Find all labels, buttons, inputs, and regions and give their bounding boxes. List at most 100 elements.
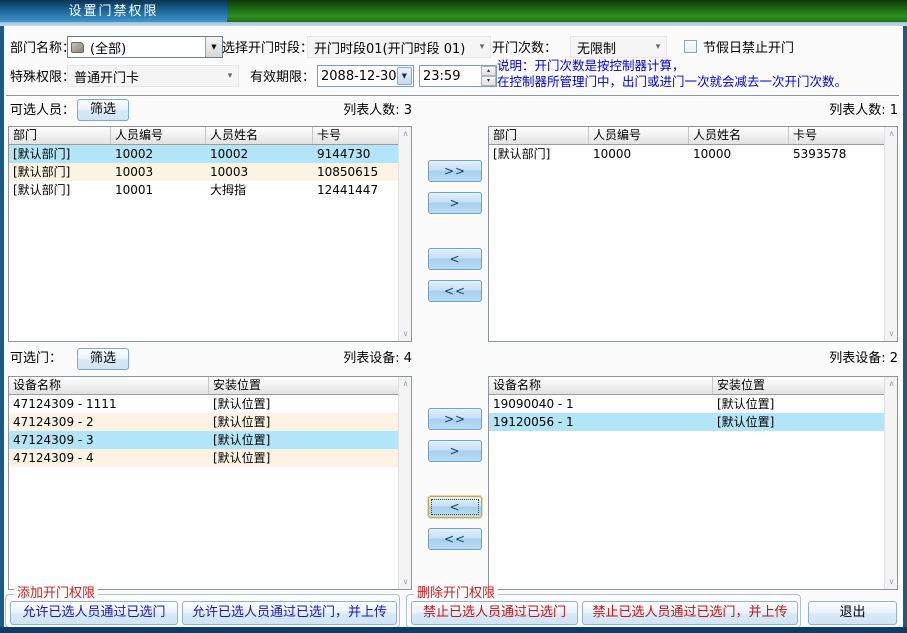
column-header-dept[interactable]: 部门 [489, 127, 589, 144]
column-header-device-name[interactable]: 设备名称 [489, 377, 713, 394]
cell-install-location: [默认位置] [209, 395, 398, 413]
doors-move-left-button[interactable]: < [428, 496, 482, 518]
table-row[interactable]: [默认部门] 10003 10003 10850615 [9, 163, 398, 181]
persons-move-left-button[interactable]: < [428, 248, 482, 270]
table-header: 部门 人员编号 人员姓名 卡号 [9, 127, 398, 145]
persons-move-all-left-button[interactable]: << [428, 280, 482, 302]
doors-move-all-left-button[interactable]: << [428, 528, 482, 550]
divider [6, 95, 899, 97]
forbid-selected-button[interactable]: 禁止已选人员通过已选门 [411, 601, 578, 625]
table-body: 47124309 - 1111 [默认位置] 47124309 - 2 [默认位… [9, 395, 398, 589]
table-row[interactable]: 47124309 - 2 [默认位置] [9, 413, 398, 431]
column-header-person-id[interactable]: 人员编号 [111, 127, 206, 144]
cell-device-name: 47124309 - 2 [9, 413, 209, 431]
cell-install-location: [默认位置] [209, 449, 398, 467]
window-border-right [903, 26, 907, 633]
special-permission-value: 普通开门卡 [68, 67, 222, 86]
scroll-up-icon[interactable]: ∧ [885, 377, 898, 391]
column-header-card-no[interactable]: 卡号 [789, 127, 884, 144]
cell-dept: [默认部门] [9, 145, 111, 163]
dept-combo-value: (全部) [87, 38, 205, 57]
scroll-down-icon[interactable]: ∨ [399, 575, 412, 589]
doors-right-count: 列表设备: 2 [786, 351, 898, 367]
time-spin-down-icon[interactable]: ▾ [481, 76, 496, 86]
table-header: 设备名称 安装位置 [9, 377, 398, 395]
column-header-dept[interactable]: 部门 [9, 127, 111, 144]
persons-filter-button[interactable]: 筛选 [77, 99, 129, 121]
title-tab: 设置门禁权限 [0, 0, 227, 22]
column-header-install-location[interactable]: 安装位置 [713, 377, 884, 394]
forbid-selected-upload-button[interactable]: 禁止已选人员通过已选门，并上传 [582, 601, 798, 625]
persons-left-count: 列表人数: 3 [300, 103, 412, 119]
cell-card-no: 10850615 [313, 163, 398, 181]
doors-left-count: 列表设备: 4 [300, 351, 412, 367]
persons-move-right-button[interactable]: > [428, 192, 482, 214]
titlebar: 设置门禁权限 [0, 0, 907, 26]
valid-time-spinner[interactable]: 23:59 ▴ ▾ [419, 65, 497, 87]
cell-person-id: 10000 [589, 145, 689, 163]
table-header: 设备名称 安装位置 [489, 377, 884, 395]
scroll-down-icon[interactable]: ∨ [399, 327, 412, 341]
exit-button[interactable]: 退出 [808, 601, 897, 625]
open-count-value: 无限制 [571, 38, 650, 57]
special-permission-dropdown-arrow-icon[interactable]: ▾ [222, 71, 238, 81]
persons-move-all-right-button[interactable]: >> [428, 160, 482, 182]
table-row[interactable]: 19120056 - 1 [默认位置] [489, 413, 884, 431]
column-header-person-name[interactable]: 人员姓名 [689, 127, 789, 144]
scroll-up-icon[interactable]: ∧ [885, 127, 898, 141]
time-spin-up-icon[interactable]: ▴ [481, 66, 496, 76]
valid-date-dropdown-arrow-icon[interactable]: ▼ [397, 67, 412, 85]
delete-permission-group-label: 删除开门权限 [414, 587, 498, 601]
holiday-forbid-label[interactable]: 节假日禁止开门 [703, 41, 794, 57]
allow-selected-upload-button[interactable]: 允许已选人员通过已选门，并上传 [182, 601, 397, 625]
vertical-scrollbar[interactable]: ∧ ∨ [398, 377, 411, 589]
valid-time-value: 23:59 [420, 69, 481, 84]
column-header-install-location[interactable]: 安装位置 [209, 377, 398, 394]
vertical-scrollbar[interactable]: ∧ ∨ [884, 127, 897, 341]
column-header-person-id[interactable]: 人员编号 [589, 127, 689, 144]
holiday-forbid-checkbox[interactable] [684, 40, 697, 53]
open-count-combo[interactable]: 无限制 ▾ [570, 36, 667, 58]
special-permission-combo[interactable]: 普通开门卡 ▾ [67, 65, 239, 87]
column-header-person-name[interactable]: 人员姓名 [206, 127, 313, 144]
cell-device-name: 47124309 - 1111 [9, 395, 209, 413]
dept-combo[interactable]: (全部) ▼ [67, 36, 223, 58]
table-body: [默认部门] 10002 10002 9144730 [默认部门] 10003 … [9, 145, 398, 341]
column-header-card-no[interactable]: 卡号 [313, 127, 398, 144]
cell-person-name: 10002 [206, 145, 313, 163]
table-row[interactable]: 19090040 - 1 [默认位置] [489, 395, 884, 413]
doors-filter-button[interactable]: 筛选 [77, 348, 129, 370]
table-row[interactable]: 47124309 - 3 [默认位置] [9, 431, 398, 449]
cell-card-no: 5393578 [789, 145, 884, 163]
persons-right-count: 列表人数: 1 [786, 103, 898, 119]
cell-person-name: 10003 [206, 163, 313, 181]
scroll-down-icon[interactable]: ∨ [885, 575, 898, 589]
scroll-up-icon[interactable]: ∧ [399, 127, 412, 141]
open-period-combo[interactable]: 开门时段01(开门时段 01) ▾ [307, 36, 491, 58]
table-row[interactable]: 47124309 - 4 [默认位置] [9, 449, 398, 467]
column-header-device-name[interactable]: 设备名称 [9, 377, 209, 394]
open-period-dropdown-arrow-icon[interactable]: ▾ [474, 42, 490, 52]
table-row[interactable]: [默认部门] 10000 10000 5393578 [489, 145, 884, 163]
page-title: 设置门禁权限 [68, 4, 158, 19]
vertical-scrollbar[interactable]: ∧ ∨ [884, 377, 897, 589]
available-doors-table: 设备名称 安装位置 47124309 - 1111 [默认位置] 4712430… [8, 376, 412, 590]
scroll-down-icon[interactable]: ∨ [885, 327, 898, 341]
valid-date-picker[interactable]: 2088-12-30 ▼ [317, 65, 414, 87]
cell-dept: [默认部门] [489, 145, 589, 163]
dept-dropdown-arrow-icon[interactable]: ▼ [205, 37, 222, 57]
table-row[interactable]: 47124309 - 1111 [默认位置] [9, 395, 398, 413]
cell-install-location: [默认位置] [209, 431, 398, 449]
doors-move-right-button[interactable]: > [428, 440, 482, 462]
allow-selected-button[interactable]: 允许已选人员通过已选门 [10, 601, 178, 625]
doors-move-all-right-button[interactable]: >> [428, 408, 482, 430]
vertical-scrollbar[interactable]: ∧ ∨ [398, 127, 411, 341]
available-doors-label: 可选门： [10, 351, 62, 367]
cell-person-id: 10001 [111, 181, 206, 199]
valid-period-label: 有效期限： [250, 70, 315, 86]
available-persons-label: 可选人员： [10, 103, 75, 119]
table-row[interactable]: [默认部门] 10001 大拇指 12441447 [9, 181, 398, 199]
scroll-up-icon[interactable]: ∧ [399, 377, 412, 391]
table-row[interactable]: [默认部门] 10002 10002 9144730 [9, 145, 398, 163]
open-count-dropdown-arrow-icon[interactable]: ▾ [650, 42, 666, 52]
